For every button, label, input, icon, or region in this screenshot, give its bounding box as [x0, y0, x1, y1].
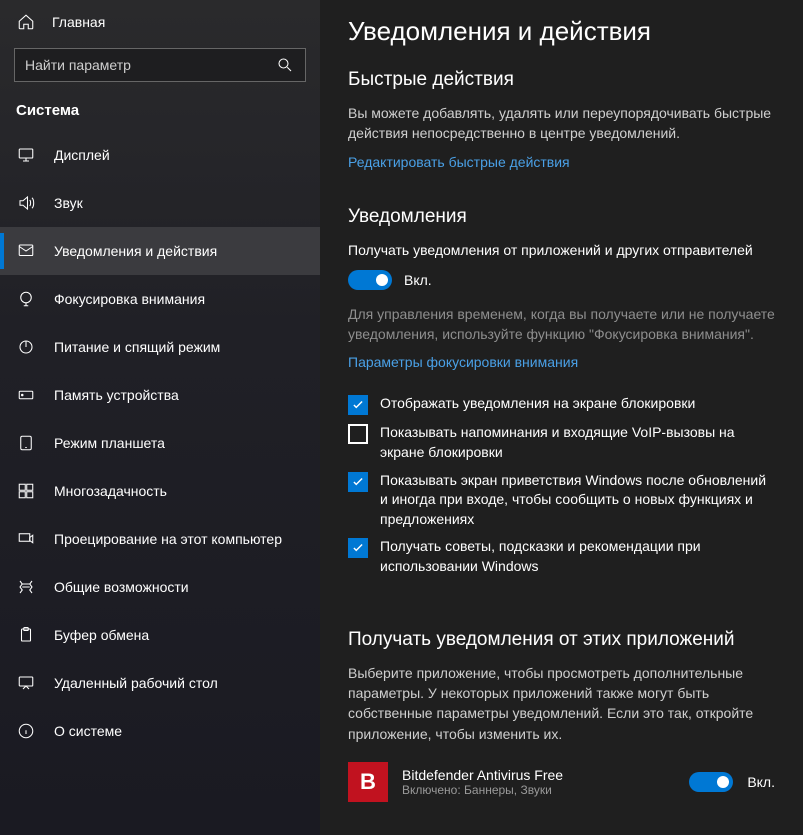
home-icon [16, 12, 36, 32]
app-notifications-heading: Получать уведомления от этих приложений [348, 629, 775, 651]
sidebar-item-shared[interactable]: Общие возможности [0, 563, 320, 611]
sidebar-item-about[interactable]: О системе [0, 707, 320, 755]
quick-actions-heading: Быстрые действия [348, 69, 775, 91]
app-name: Bitdefender Antivirus Free [402, 767, 675, 783]
sidebar-item-label: Память устройства [54, 387, 179, 403]
sidebar-item-storage[interactable]: Память устройства [0, 371, 320, 419]
category-header: Система [0, 96, 320, 131]
sidebar-item-label: Буфер обмена [54, 627, 149, 643]
quick-actions-desc: Вы можете добавлять, удалять или переупо… [348, 103, 775, 144]
page-title: Уведомления и действия [348, 16, 775, 47]
search-input[interactable] [25, 57, 275, 73]
sidebar-item-focus[interactable]: Фокусировка внимания [0, 275, 320, 323]
sidebar: Главная Система Дисплей Звук Уведомления… [0, 0, 320, 835]
edit-quick-actions-link[interactable]: Редактировать быстрые действия [348, 154, 570, 170]
sidebar-item-label: Режим планшета [54, 435, 165, 451]
receive-notifications-label: Получать уведомления от приложений и дру… [348, 240, 775, 260]
main-content: Уведомления и действия Быстрые действия … [320, 0, 803, 835]
sidebar-item-display[interactable]: Дисплей [0, 131, 320, 179]
sidebar-item-notifications[interactable]: Уведомления и действия [0, 227, 320, 275]
sidebar-item-clipboard[interactable]: Буфер обмена [0, 611, 320, 659]
check-label: Показывать экран приветствия Windows пос… [380, 471, 775, 530]
focus-assist-desc: Для управления временем, когда вы получа… [348, 304, 775, 345]
power-icon [16, 337, 36, 357]
shared-icon [16, 577, 36, 597]
check-label: Показывать напоминания и входящие VoIP-в… [380, 423, 775, 462]
clipboard-icon [16, 625, 36, 645]
app-row-bitdefender[interactable]: B Bitdefender Antivirus Free Включено: Б… [348, 754, 775, 802]
check-row-tips[interactable]: Получать советы, подсказки и рекомендаци… [348, 537, 775, 576]
multitask-icon [16, 481, 36, 501]
tablet-icon [16, 433, 36, 453]
sidebar-item-label: Многозадачность [54, 483, 167, 499]
sidebar-item-label: Общие возможности [54, 579, 189, 595]
notifications-icon [16, 241, 36, 261]
sidebar-item-remote[interactable]: Удаленный рабочий стол [0, 659, 320, 707]
focus-assist-link[interactable]: Параметры фокусировки внимания [348, 354, 578, 370]
sidebar-item-label: Звук [54, 195, 83, 211]
sidebar-item-power[interactable]: Питание и спящий режим [0, 323, 320, 371]
sound-icon [16, 193, 36, 213]
display-icon [16, 145, 36, 165]
home-link[interactable]: Главная [0, 0, 320, 42]
check-row-welcome[interactable]: Показывать экран приветствия Windows пос… [348, 471, 775, 530]
project-icon [16, 529, 36, 549]
sidebar-item-sound[interactable]: Звук [0, 179, 320, 227]
checkbox[interactable] [348, 395, 368, 415]
sidebar-item-label: Проецирование на этот компьютер [54, 531, 282, 547]
remote-icon [16, 673, 36, 693]
checkbox[interactable] [348, 424, 368, 444]
about-icon [16, 721, 36, 741]
home-label: Главная [52, 14, 105, 30]
receive-notifications-toggle[interactable] [348, 270, 392, 290]
toggle-state-label: Вкл. [404, 272, 432, 288]
sidebar-item-label: Уведомления и действия [54, 243, 217, 259]
sidebar-item-tablet[interactable]: Режим планшета [0, 419, 320, 467]
app-toggle[interactable] [689, 772, 733, 792]
check-label: Получать советы, подсказки и рекомендаци… [380, 537, 775, 576]
sidebar-item-label: Фокусировка внимания [54, 291, 205, 307]
sidebar-item-label: Питание и спящий режим [54, 339, 220, 355]
app-toggle-state: Вкл. [747, 774, 775, 790]
notifications-heading: Уведомления [348, 206, 775, 228]
sidebar-item-label: Дисплей [54, 147, 110, 163]
nav-list: Дисплей Звук Уведомления и действия Фоку… [0, 131, 320, 835]
checkbox[interactable] [348, 472, 368, 492]
sidebar-item-label: Удаленный рабочий стол [54, 675, 218, 691]
check-row-lockscreen[interactable]: Отображать уведомления на экране блокиро… [348, 394, 775, 415]
app-icon: B [348, 762, 388, 802]
storage-icon [16, 385, 36, 405]
app-sub: Включено: Баннеры, Звуки [402, 783, 675, 797]
focus-icon [16, 289, 36, 309]
search-icon [275, 55, 295, 75]
check-label: Отображать уведомления на экране блокиро… [380, 394, 695, 414]
sidebar-item-multitask[interactable]: Многозадачность [0, 467, 320, 515]
search-box[interactable] [14, 48, 306, 82]
check-row-voip[interactable]: Показывать напоминания и входящие VoIP-в… [348, 423, 775, 462]
checkbox[interactable] [348, 538, 368, 558]
sidebar-item-label: О системе [54, 723, 122, 739]
app-notifications-desc: Выберите приложение, чтобы просмотреть д… [348, 663, 775, 744]
sidebar-item-project[interactable]: Проецирование на этот компьютер [0, 515, 320, 563]
